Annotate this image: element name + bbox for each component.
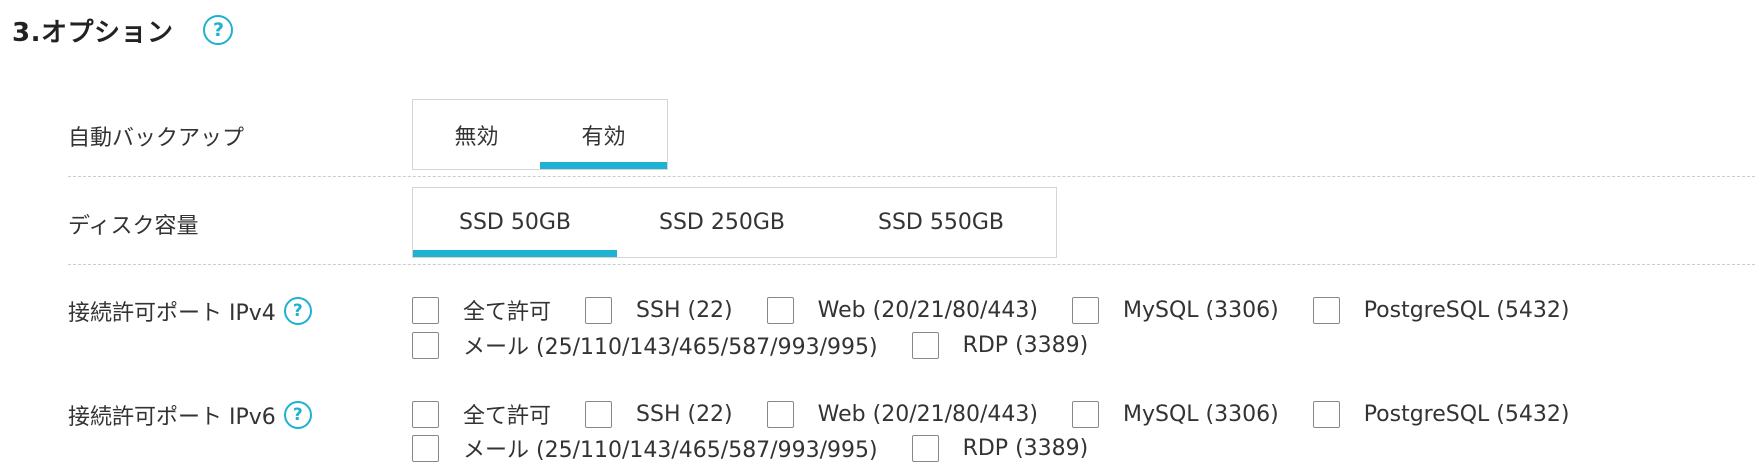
row-divider bbox=[68, 264, 1755, 265]
check-label: メール (25/110/143/465/587/993/995) bbox=[463, 335, 878, 360]
checkbox[interactable] bbox=[412, 296, 439, 324]
ports-ipv4-label-text: 接続許可ポート IPv4 bbox=[68, 301, 276, 326]
ipv4-check-ssh[interactable]: SSH (22) bbox=[585, 296, 733, 324]
check-label: SSH (22) bbox=[636, 297, 733, 323]
ipv6-check-web[interactable]: Web (20/21/80/443) bbox=[766, 400, 1038, 428]
ipv4-check-rdp[interactable]: RDP (3389) bbox=[911, 331, 1089, 359]
checkbox[interactable] bbox=[1072, 296, 1099, 324]
section-title: 3.オプション bbox=[12, 17, 174, 48]
disk-option-50gb[interactable]: SSD 50GB bbox=[413, 188, 617, 257]
auto-backup-label-text: 自動バックアップ bbox=[68, 126, 245, 151]
auto-backup-label: 自動バックアップ bbox=[68, 118, 244, 154]
ipv6-check-ssh[interactable]: SSH (22) bbox=[585, 400, 733, 428]
checkbox[interactable] bbox=[911, 331, 939, 359]
checkbox[interactable] bbox=[585, 296, 613, 324]
checkbox[interactable] bbox=[412, 400, 439, 428]
disk-capacity-label: ディスク容量 bbox=[68, 206, 198, 242]
checkbox[interactable] bbox=[1312, 400, 1340, 428]
auto-backup-toggle: 無効 有効 bbox=[412, 99, 668, 170]
question-circle-icon[interactable]: ? bbox=[283, 297, 312, 325]
ipv4-check-mail[interactable]: メール (25/110/143/465/587/993/995) bbox=[412, 329, 878, 361]
ipv6-check-mail[interactable]: メール (25/110/143/465/587/993/995) bbox=[412, 432, 878, 464]
ipv6-check-mysql[interactable]: MySQL (3306) bbox=[1072, 400, 1279, 428]
row-divider bbox=[68, 176, 1755, 177]
ports-ipv6-label: 接続許可ポート IPv6 ? bbox=[68, 398, 312, 432]
ports-ipv4-label: 接続許可ポート IPv4 ? bbox=[68, 294, 312, 328]
ipv6-check-rdp[interactable]: RDP (3389) bbox=[911, 434, 1089, 462]
check-label: Web (20/21/80/443) bbox=[817, 401, 1038, 427]
check-label: MySQL (3306) bbox=[1123, 297, 1279, 323]
check-label: RDP (3389) bbox=[962, 435, 1089, 461]
ports-ipv4-line-1: 全て許可 SSH (22) Web (20/21/80/443) MySQL (… bbox=[412, 294, 1603, 326]
check-label: PostgreSQL (5432) bbox=[1363, 401, 1570, 427]
check-label: PostgreSQL (5432) bbox=[1363, 297, 1570, 323]
disk-capacity-label-text: ディスク容量 bbox=[68, 214, 199, 239]
checkbox[interactable] bbox=[585, 400, 613, 428]
checkbox[interactable] bbox=[412, 434, 439, 462]
ipv4-check-web[interactable]: Web (20/21/80/443) bbox=[766, 296, 1038, 324]
checkbox[interactable] bbox=[766, 400, 794, 428]
checkbox[interactable] bbox=[412, 331, 439, 359]
check-label: 全て許可 bbox=[463, 404, 552, 429]
disk-option-550gb[interactable]: SSD 550GB bbox=[827, 188, 1055, 257]
check-label: メール (25/110/143/465/587/993/995) bbox=[463, 438, 878, 463]
question-circle-icon[interactable]: ? bbox=[283, 401, 312, 429]
checkbox[interactable] bbox=[1312, 296, 1340, 324]
check-label: 全て許可 bbox=[463, 300, 552, 325]
checkbox[interactable] bbox=[911, 434, 939, 462]
checkbox[interactable] bbox=[766, 296, 794, 324]
auto-backup-option-disabled[interactable]: 無効 bbox=[413, 100, 540, 169]
ipv4-check-all[interactable]: 全て許可 bbox=[412, 294, 551, 326]
question-circle-icon[interactable]: ? bbox=[203, 15, 234, 45]
check-label: Web (20/21/80/443) bbox=[817, 297, 1038, 323]
ipv6-check-all[interactable]: 全て許可 bbox=[412, 398, 551, 430]
check-label: SSH (22) bbox=[636, 401, 733, 427]
ipv6-check-postgresql[interactable]: PostgreSQL (5432) bbox=[1312, 400, 1570, 428]
check-label: RDP (3389) bbox=[962, 332, 1089, 358]
ipv4-check-mysql[interactable]: MySQL (3306) bbox=[1072, 296, 1279, 324]
checkbox[interactable] bbox=[1072, 400, 1099, 428]
ports-ipv4-line-2: メール (25/110/143/465/587/993/995) RDP (33… bbox=[412, 329, 1122, 361]
check-label: MySQL (3306) bbox=[1123, 401, 1279, 427]
disk-capacity-toggle: SSD 50GB SSD 250GB SSD 550GB bbox=[412, 187, 1057, 258]
auto-backup-option-enabled[interactable]: 有効 bbox=[540, 100, 667, 169]
section-header: 3.オプション ? bbox=[12, 8, 234, 52]
ports-ipv6-label-text: 接続許可ポート IPv6 bbox=[68, 405, 276, 430]
ports-ipv6-line-1: 全て許可 SSH (22) Web (20/21/80/443) MySQL (… bbox=[412, 398, 1603, 430]
disk-option-250gb[interactable]: SSD 250GB bbox=[617, 188, 827, 257]
ports-ipv6-line-2: メール (25/110/143/465/587/993/995) RDP (33… bbox=[412, 432, 1122, 464]
ipv4-check-postgresql[interactable]: PostgreSQL (5432) bbox=[1312, 296, 1570, 324]
